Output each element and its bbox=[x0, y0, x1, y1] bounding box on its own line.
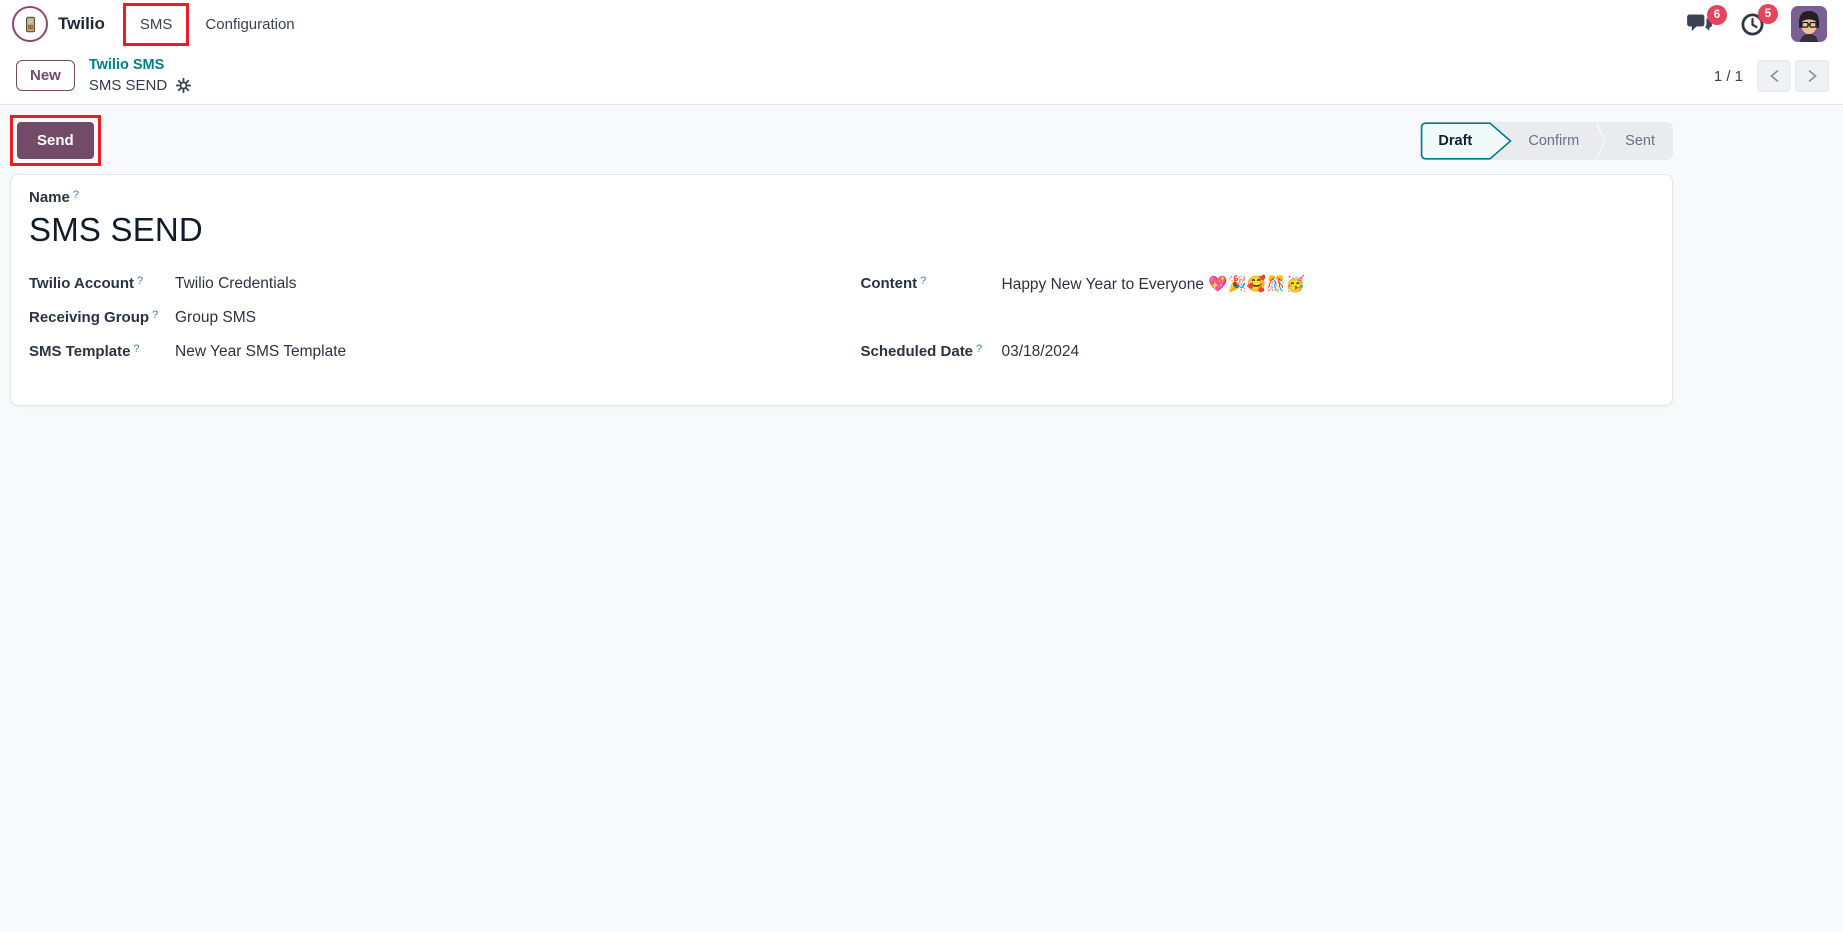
receiving-group-value[interactable]: Group SMS bbox=[175, 309, 842, 327]
activities-badge: 5 bbox=[1758, 3, 1778, 24]
status-step-confirm[interactable]: Confirm bbox=[1512, 122, 1595, 160]
chevron-separator-icon bbox=[1596, 123, 1607, 158]
annotation-box-sms: SMS bbox=[122, 2, 190, 46]
name-label-row: Name? bbox=[29, 189, 1654, 206]
pager-previous-button[interactable] bbox=[1757, 60, 1791, 92]
form-view: Send Draft Confirm Sent Name ? SMS SEND … bbox=[0, 105, 1843, 406]
new-button[interactable]: New bbox=[16, 60, 75, 92]
sms-template-value[interactable]: New Year SMS Template bbox=[175, 343, 842, 361]
field-row-content: Content? Happy New Year to Everyone 💖🎉🥰🎊… bbox=[861, 275, 1655, 294]
help-marker-icon: ? bbox=[976, 343, 983, 355]
top-navbar: Twilio SMS Configuration 6 5 bbox=[0, 0, 1843, 48]
help-marker-icon: ? bbox=[920, 275, 927, 287]
navbar-right: 6 5 bbox=[1687, 3, 1827, 42]
help-marker-icon: ? bbox=[137, 275, 144, 287]
help-marker-icon: ? bbox=[152, 309, 159, 321]
control-panel: New Twilio SMS SMS SEND 1 / 1 bbox=[0, 48, 1843, 105]
breadcrumb-current-row: SMS SEND bbox=[88, 76, 192, 95]
status-step-sent[interactable]: Sent bbox=[1607, 122, 1673, 160]
mobile-phone-icon bbox=[25, 16, 35, 32]
pager-buttons bbox=[1757, 60, 1829, 92]
sms-template-label: SMS Template bbox=[29, 343, 131, 360]
breadcrumb: Twilio SMS SMS SEND bbox=[88, 57, 192, 95]
avatar-image bbox=[1791, 6, 1827, 42]
content-value[interactable]: Happy New Year to Everyone 💖🎉🥰🎊🥳 bbox=[1002, 275, 1655, 294]
field-row-receiving-group: Receiving Group? Group SMS bbox=[29, 309, 842, 327]
scheduled-date-label: Scheduled Date bbox=[860, 343, 974, 360]
form-action-row: Send Draft Confirm Sent bbox=[10, 115, 1673, 166]
navbar-left: Twilio SMS Configuration bbox=[12, 2, 299, 46]
menu-sms[interactable]: SMS bbox=[136, 11, 177, 38]
field-column-right: Content? Happy New Year to Everyone 💖🎉🥰🎊… bbox=[842, 275, 1655, 377]
messages-button[interactable]: 6 bbox=[1687, 5, 1727, 35]
odoo-window: Twilio SMS Configuration 6 5 New Twilio … bbox=[0, 0, 1843, 932]
user-avatar[interactable] bbox=[1791, 6, 1827, 42]
pager-next-button[interactable] bbox=[1795, 60, 1829, 92]
chevron-left-icon bbox=[1769, 69, 1779, 83]
field-row-scheduled-date: Scheduled Date? 03/18/2024 bbox=[861, 343, 1655, 361]
send-button[interactable]: Send bbox=[17, 122, 94, 159]
twilio-app-icon[interactable] bbox=[12, 6, 48, 42]
receiving-group-label: Receiving Group bbox=[29, 309, 150, 326]
twilio-account-label: Twilio Account bbox=[29, 275, 134, 292]
activities-button[interactable]: 5 bbox=[1740, 3, 1778, 37]
form-sheet: Name? SMS SEND Twilio Account? Twilio Cr… bbox=[10, 174, 1673, 406]
annotation-box-send: Send bbox=[10, 115, 101, 166]
field-row-twilio-account: Twilio Account? Twilio Credentials bbox=[29, 275, 842, 293]
breadcrumb-parent-link[interactable]: Twilio SMS bbox=[89, 57, 191, 74]
pager-count: 1 / 1 bbox=[1713, 67, 1743, 85]
status-sent-label: Sent bbox=[1625, 132, 1655, 149]
name-label: Name bbox=[29, 189, 70, 206]
messages-badge: 6 bbox=[1707, 5, 1727, 25]
menu-configuration[interactable]: Configuration bbox=[201, 11, 298, 38]
scheduled-date-value[interactable]: 03/18/2024 bbox=[1002, 343, 1655, 361]
field-row-sms-template: SMS Template? New Year SMS Template bbox=[29, 343, 842, 361]
record-name-input[interactable]: SMS SEND bbox=[29, 211, 1654, 249]
field-grid: Twilio Account? Twilio Credentials Recei… bbox=[29, 275, 1654, 377]
twilio-account-value[interactable]: Twilio Credentials bbox=[175, 275, 842, 293]
breadcrumb-current: SMS SEND bbox=[88, 76, 168, 94]
status-step-draft[interactable]: Draft bbox=[1420, 121, 1513, 160]
gear-icon[interactable] bbox=[176, 78, 192, 94]
status-separator bbox=[1595, 122, 1607, 160]
help-marker-icon: ? bbox=[72, 189, 79, 201]
help-marker-icon: ? bbox=[133, 343, 140, 355]
control-panel-left: New Twilio SMS SMS SEND bbox=[16, 57, 192, 95]
pager: 1 / 1 bbox=[1714, 60, 1829, 92]
name-field-group: Name? SMS SEND bbox=[29, 189, 1654, 249]
chevron-right-icon bbox=[1807, 69, 1817, 83]
content-label: Content bbox=[860, 275, 918, 292]
statusbar: Draft Confirm Sent bbox=[1420, 121, 1673, 160]
app-name[interactable]: Twilio bbox=[58, 14, 105, 34]
field-column-left: Twilio Account? Twilio Credentials Recei… bbox=[29, 275, 842, 377]
status-draft-label: Draft bbox=[1438, 132, 1473, 149]
status-confirm-label: Confirm bbox=[1528, 132, 1580, 149]
